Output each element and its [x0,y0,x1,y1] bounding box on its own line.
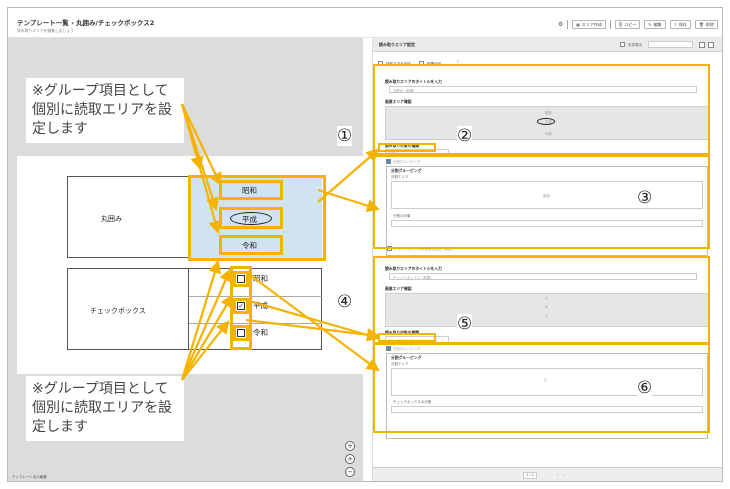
pencil-icon: ✎ [648,22,652,27]
annotation-note-bottom: ※グループ項目として個別に読取エリアを設定します [26,376,184,441]
mode-select[interactable] [648,41,693,48]
document-canvas[interactable]: 丸囲み 昭和 平成 令和 チェックボックス 昭和 ✓ 平成 令和 ※グループ項目… [8,38,365,481]
pagination: 1 / 1 ‹ › [373,467,722,481]
highlight-g2-check [378,333,436,342]
document-page: 丸囲み 昭和 平成 令和 チェックボックス 昭和 ✓ 平成 令和 [17,156,365,374]
checkbox-label-showa: 昭和 [253,274,268,283]
share-icon: ⇪ [673,22,677,27]
template-name-link[interactable]: テンプレート名の編集 [12,475,47,480]
table-checkbox: チェックボックス [67,268,322,350]
annotation-5: ⑤ [457,314,473,334]
delete-button[interactable]: 🗑 削除 [694,20,718,29]
checkbox-heisei[interactable]: ✓ [237,302,245,310]
table-label-maru: 丸囲み [101,215,122,223]
annotation-4: ④ [337,292,353,312]
toolbar-divider [567,20,569,29]
highlight-group2-bottom [373,342,710,433]
prev-page-icon[interactable]: ‹ [557,473,558,477]
header: テンプレート一覧 › 丸囲み/チェックボックス2 読み取りエリアを編集しましょう… [8,8,722,38]
annotation-2: ② [457,126,473,146]
highlight-g1-check [378,143,436,152]
annotation-3: ③ [637,188,653,208]
breadcrumb[interactable]: テンプレート一覧 › 丸囲み/チェックボックス2 [17,17,154,27]
zoom-in-icon[interactable]: + [345,454,355,464]
save-button[interactable]: ⇪ 保存 [669,20,691,29]
copy-icon: ⎘ [619,22,623,27]
highlight-group2-top [373,256,710,345]
page-subtitle: 読み取りエリアを編集しましょう [17,28,74,33]
next-page-icon[interactable]: › [563,473,564,477]
maru-option-showa: 昭和 [242,186,257,195]
area-icon: ▦ [576,22,580,27]
checkbox-reiwa[interactable] [237,329,245,337]
trash-icon: 🗑 [698,22,704,27]
panel-title: 読み取りエリア設定 [379,42,415,47]
edit-button[interactable]: ✎ 編集 [644,20,666,29]
checkbox-label-heisei: 平成 [253,301,268,310]
toolbar: ⚙ ▦ エリア作成 ⎘ コピー ✎ 編集 ⇪ 保存 🗑 削除 [558,20,718,29]
zoom-out-icon[interactable]: − [345,467,355,477]
annotation-1: ① [337,126,353,146]
copy-button[interactable]: ⎘ コピー [615,20,641,29]
maru-option-reiwa: 令和 [242,241,257,250]
annotation-note-top: ※グループ項目として個別に読取エリアを設定します [26,78,184,143]
create-area-button[interactable]: ▦ エリア作成 [572,20,606,29]
checkbox-showa[interactable] [237,275,245,283]
toolbar-divider [610,20,611,29]
display-checkbox[interactable] [620,42,625,47]
table-label-checkbox: チェックボックス [90,307,146,315]
display-label: 矢印表示 [628,43,643,47]
highlight-group1-bottom [373,153,710,249]
maru-option-heisei: 平成 [242,215,257,224]
annotation-6: ⑥ [637,378,653,398]
fit-icon[interactable]: + [345,441,355,451]
checkbox-label-reiwa: 令和 [253,328,268,337]
panel-header: 読み取りエリア設定 矢印表示 [373,38,722,52]
list-view-icon[interactable] [708,42,714,48]
page-indicator: 1 / 1 [526,473,535,477]
settings-icon[interactable]: ⚙ [558,21,563,28]
grid-view-icon[interactable] [699,42,705,48]
